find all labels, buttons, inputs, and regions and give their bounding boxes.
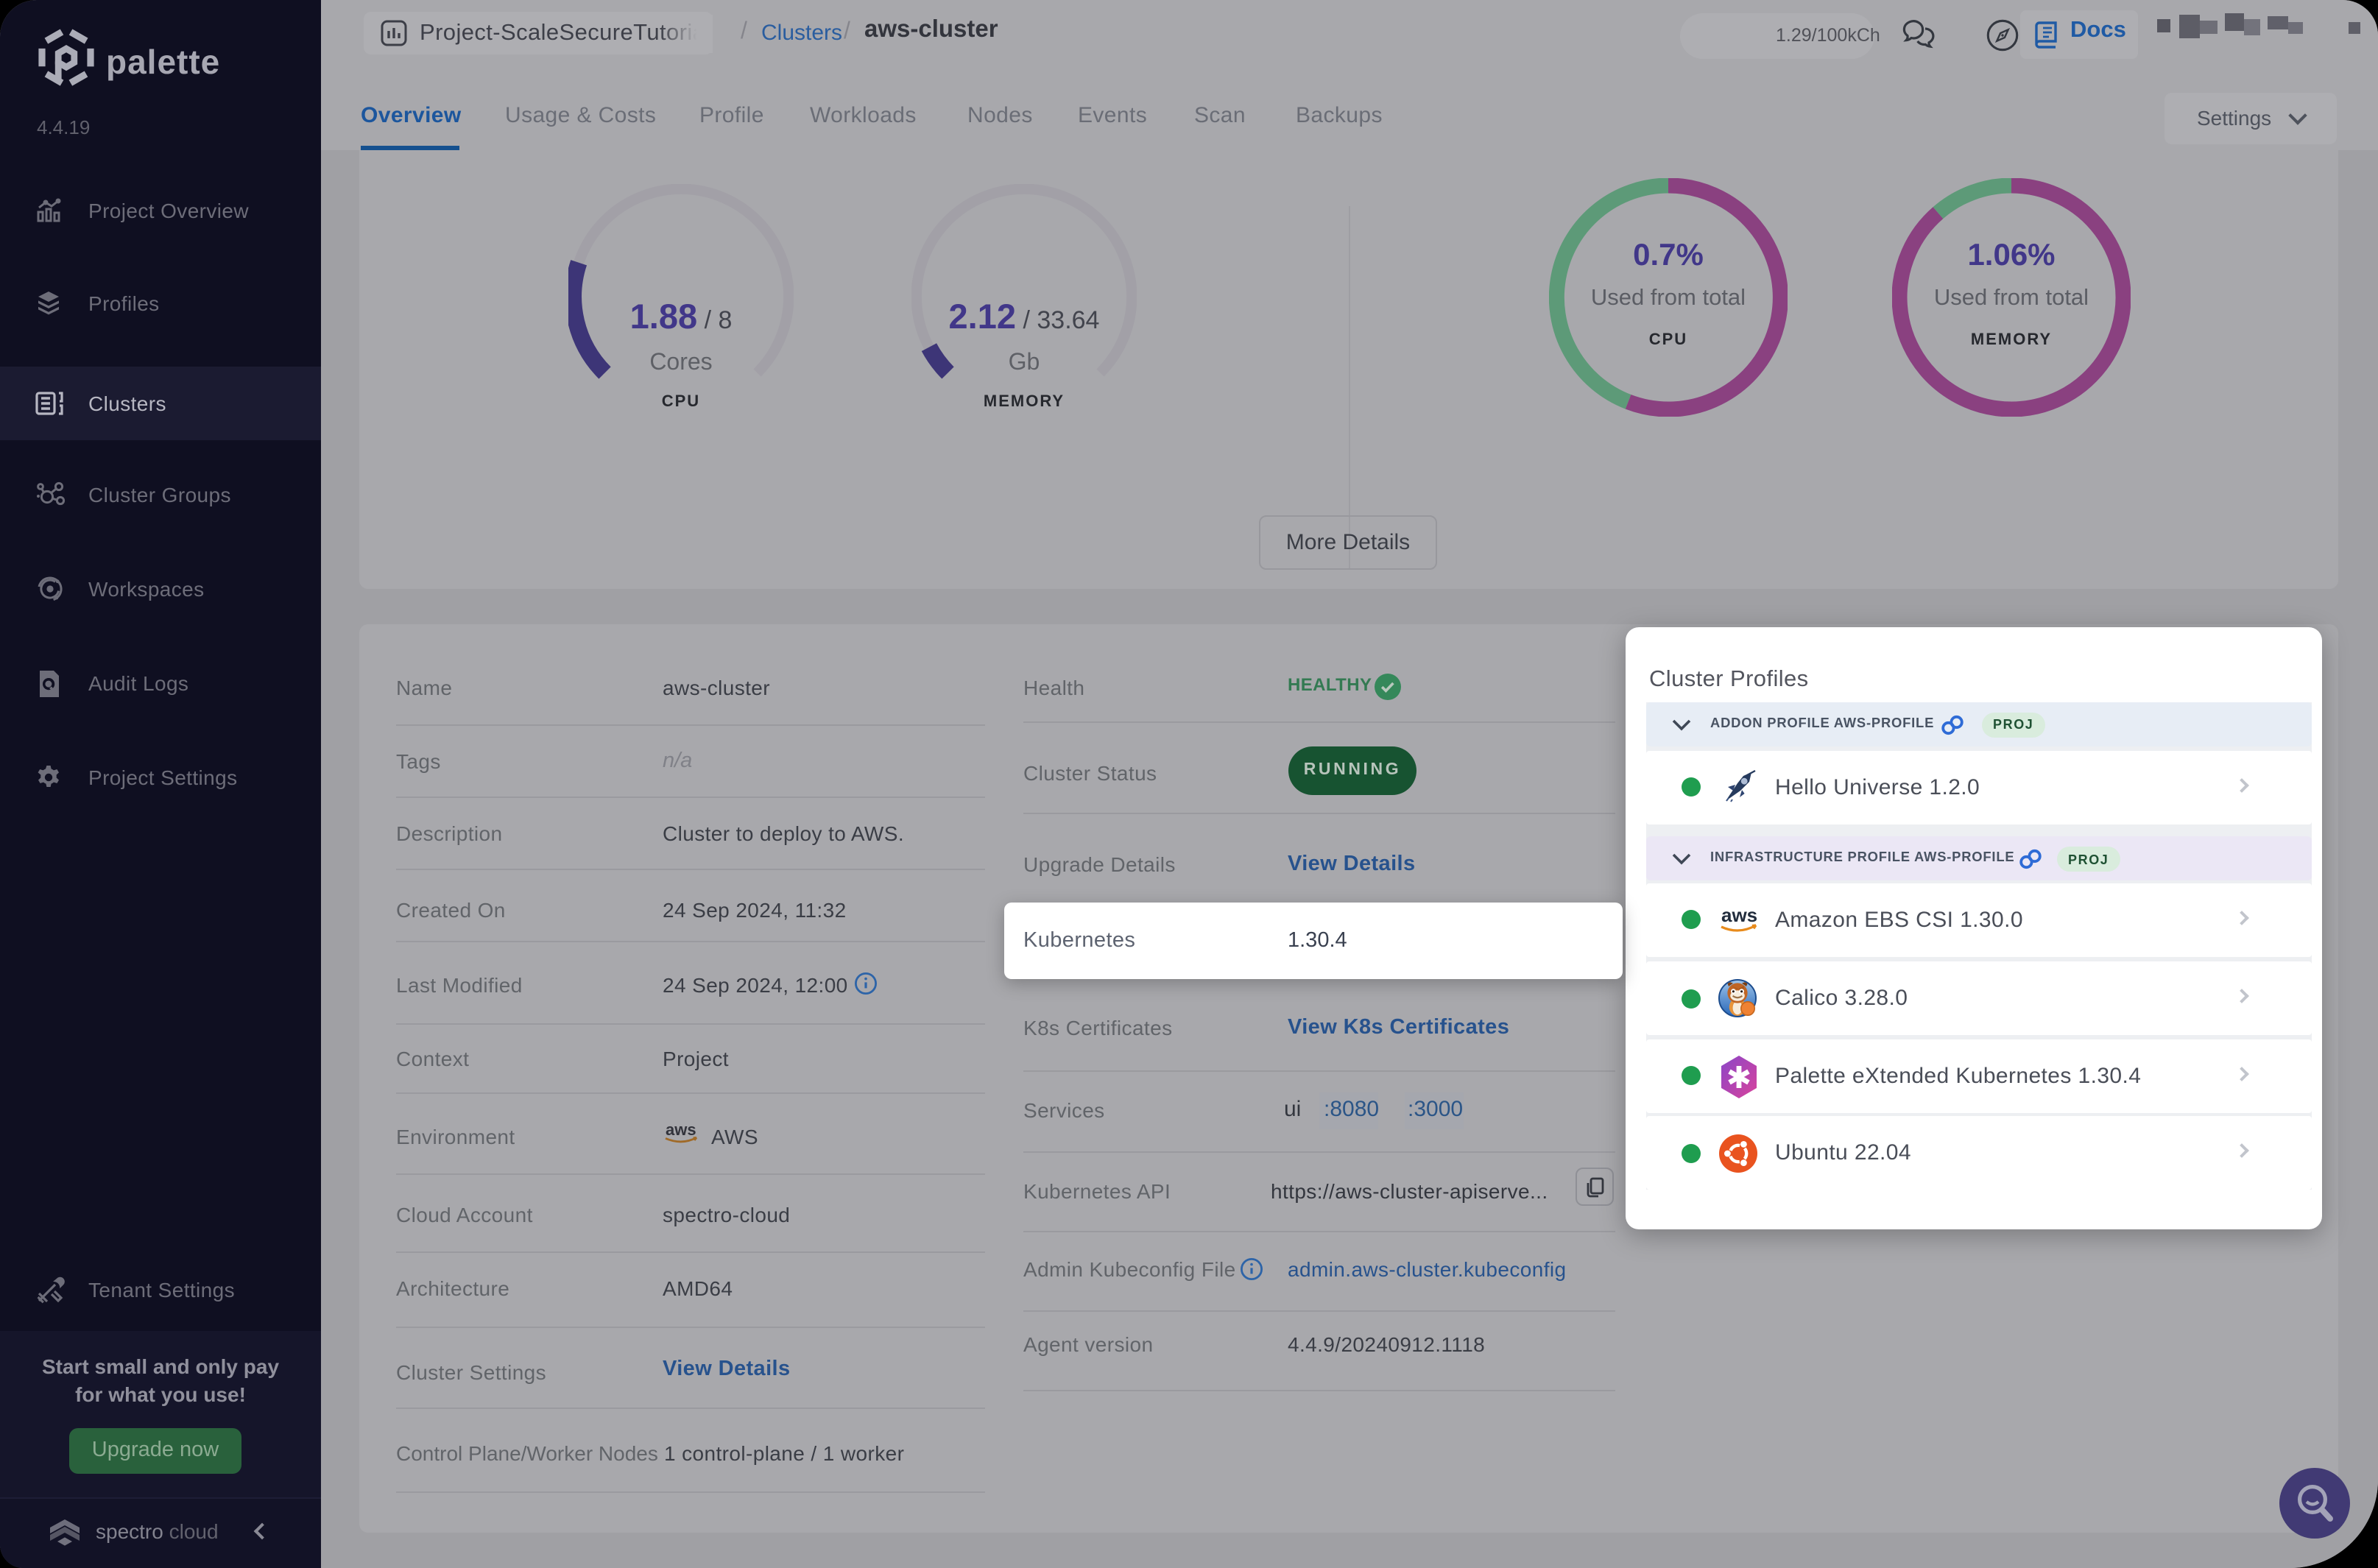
svg-text:aws: aws: [666, 1120, 696, 1139]
svg-text:aws: aws: [1721, 903, 1757, 925]
